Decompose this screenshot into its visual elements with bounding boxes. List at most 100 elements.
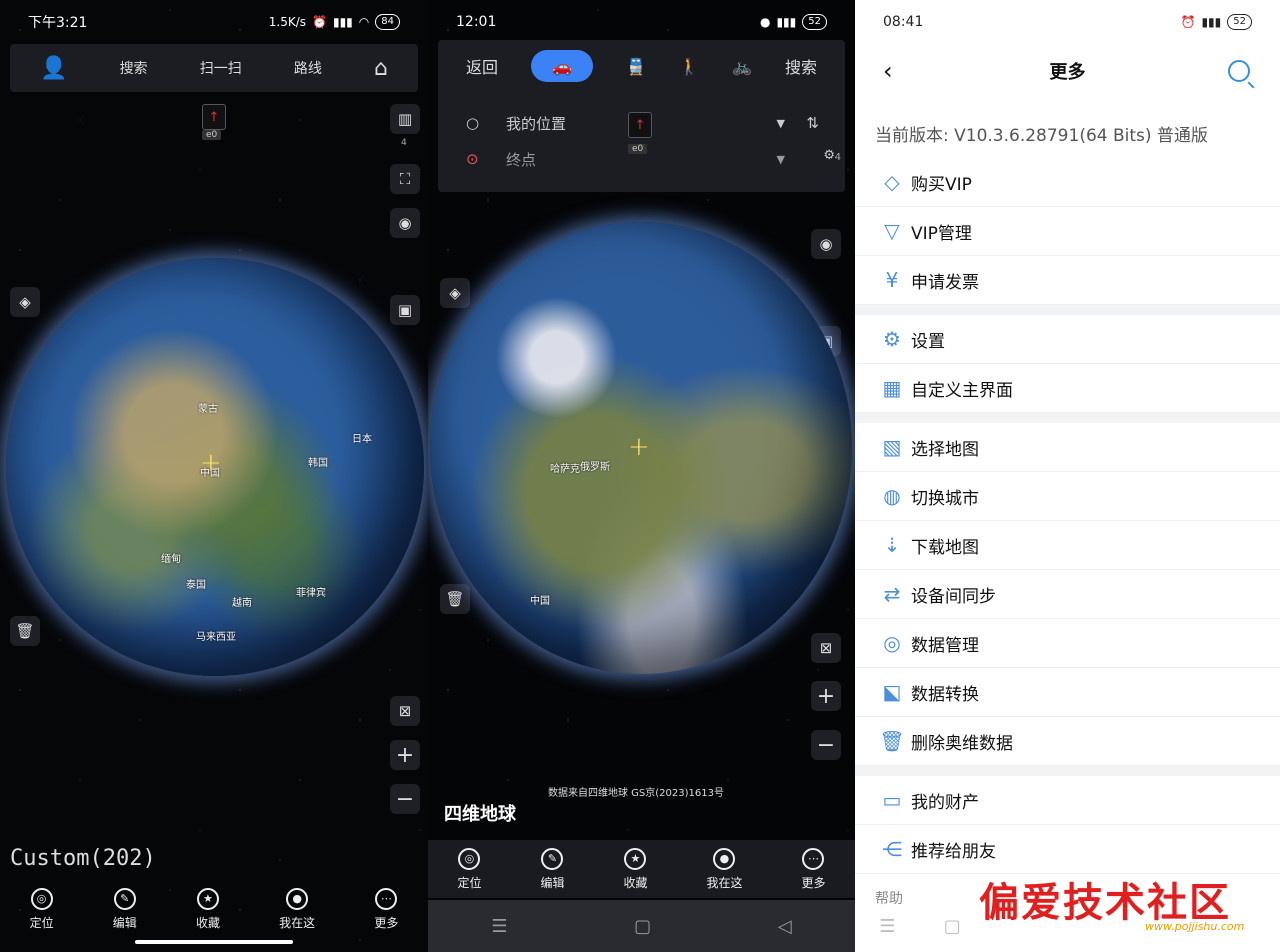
nav-more[interactable]: ⋯ 更多 <box>374 887 398 931</box>
home-icon[interactable]: ⌂ <box>374 56 388 81</box>
fullscreen-icon[interactable]: ⛶ <box>390 164 420 194</box>
bike-mode-icon[interactable]: 🚲 <box>732 57 752 76</box>
end-field[interactable]: ⊙ 终点 ▼ <box>466 142 785 176</box>
transit-mode-icon[interactable]: 🚆 <box>626 57 646 76</box>
walk-mode-icon[interactable]: 🚶 <box>679 57 699 76</box>
globe-label: 韩国 <box>308 458 328 469</box>
end-pin-icon: ⊙ <box>466 150 479 168</box>
swap-icon[interactable]: ⇅ <box>806 114 819 132</box>
menu-item-customize[interactable]: ▦ 自定义主界面 <box>855 364 1280 413</box>
start-field[interactable]: ○ 我的位置 ▼ <box>466 106 785 140</box>
gear-icon: ⚙ <box>883 327 901 351</box>
map-icon: ▧ <box>882 435 902 459</box>
trash-icon[interactable]: 🗑 <box>440 584 470 614</box>
compass-icon[interactable]: ↑ <box>628 112 652 138</box>
zoom-level-label: e0 <box>628 144 648 154</box>
camera-icon[interactable]: ◉ <box>390 208 420 238</box>
end-placeholder: 终点 <box>506 150 537 169</box>
divider <box>855 305 1280 315</box>
3d-view-icon[interactable]: ◈ <box>440 278 470 308</box>
more-icon: ⋯ <box>375 887 398 910</box>
layer-count: 4 <box>401 138 407 148</box>
menu-label: 选择地图 <box>911 439 979 460</box>
search-button[interactable]: 搜索 <box>785 54 817 78</box>
menu-icon[interactable]: ☰ <box>491 916 507 937</box>
menu-item-invoice[interactable]: ¥ 申请发票 <box>855 256 1280 305</box>
clear-map-icon[interactable]: ⊠ <box>390 696 420 726</box>
back-icon[interactable]: ‹ <box>883 57 893 85</box>
settings-icon[interactable]: ⚙ <box>823 148 835 163</box>
globe-label: 马来西亚 <box>196 632 236 643</box>
signal-icon: ▮▮▮ <box>776 15 797 29</box>
chevron-down-icon[interactable]: ▼ <box>777 153 785 166</box>
nav-label: 收藏 <box>195 915 220 930</box>
map-toolbar: 👤 搜索 扫一扫 路线 ⌂ <box>10 44 418 92</box>
globe-label: 俄罗斯 <box>580 462 610 473</box>
status-bar: 下午3:21 1.5K/s ⏰ ▮▮▮ ◠ 84 <box>0 0 428 44</box>
nav-edit[interactable]: ✎ 编辑 <box>113 887 137 931</box>
zoom-out-button[interactable]: − <box>390 784 420 814</box>
route-button[interactable]: 路线 <box>294 58 322 78</box>
menu-icon[interactable]: ☰ <box>879 916 895 937</box>
globe-label: 缅甸 <box>161 554 181 565</box>
menu-item-settings[interactable]: ⚙ 设置 <box>855 315 1280 364</box>
menu-item-share[interactable]: ⋲ 推荐给朋友 <box>855 825 1280 874</box>
home-square-icon[interactable]: ▢ <box>634 916 651 937</box>
menu-item-vip-manage[interactable]: ▽ VIP管理 <box>855 207 1280 256</box>
nav-favorite[interactable]: ★ 收藏 <box>623 847 648 891</box>
back-triangle-icon[interactable]: ◁ <box>778 916 792 937</box>
compass-icon[interactable]: ↑ <box>202 104 226 130</box>
menu-label: 数据管理 <box>911 635 979 656</box>
wifi-icon: ◠ <box>358 15 370 29</box>
menu-item-select-map[interactable]: ▧ 选择地图 <box>855 423 1280 472</box>
car-mode-icon[interactable]: 🚗 <box>531 50 594 82</box>
gesture-bar[interactable] <box>135 940 293 944</box>
menu-item-download-map[interactable]: ⇣ 下载地图 <box>855 521 1280 570</box>
menu-item-data-convert[interactable]: ⬕ 数据转换 <box>855 668 1280 717</box>
edit-icon: ✎ <box>113 887 136 910</box>
trash-icon[interactable]: 🗑 <box>10 616 40 646</box>
menu-item-delete-data[interactable]: 🗑 删除奥维数据 <box>855 717 1280 766</box>
home-square-icon[interactable]: ▢ <box>944 916 961 937</box>
nav-more[interactable]: ⋯ 更多 <box>801 847 826 891</box>
map-layers-icon[interactable]: ▥ <box>390 104 420 134</box>
chevron-down-icon[interactable]: ▼ <box>777 117 785 130</box>
user-icon[interactable]: 👤 <box>40 56 67 81</box>
zoom-in-button[interactable]: + <box>390 740 420 770</box>
menu-label: 我的财产 <box>911 792 979 813</box>
clear-map-icon[interactable]: ⊠ <box>811 633 841 663</box>
nav-favorite[interactable]: ★ 收藏 <box>195 887 220 931</box>
globe-label: 中国 <box>530 596 550 607</box>
menu-item-switch-city[interactable]: ◍ 切换城市 <box>855 472 1280 521</box>
nav-locate[interactable]: ◎ 定位 <box>30 887 54 931</box>
menu-item-data-manage[interactable]: ◎ 数据管理 <box>855 619 1280 668</box>
nav-label: 定位 <box>457 875 482 890</box>
search-button[interactable]: 搜索 <box>120 58 148 78</box>
menu-item-buy-vip[interactable]: ◇ 购买VIP <box>855 158 1280 207</box>
map-credit: 数据来自四维地球 GS京(2023)1613号 <box>548 788 724 799</box>
signal-icon: ▮▮▮ <box>332 15 353 29</box>
battery-level: 52 <box>1227 14 1252 30</box>
zoom-out-button[interactable]: − <box>811 730 841 760</box>
system-nav: ☰ ▢ ◁ <box>428 900 855 952</box>
alarm-icon: ⏰ <box>1180 15 1196 29</box>
menu-item-assets[interactable]: ▭ 我的财产 <box>855 776 1280 825</box>
nav-here[interactable]: ● 我在这 <box>706 847 743 891</box>
menu-item-device-sync[interactable]: ⇄ 设备间同步 <box>855 570 1280 619</box>
zoom-in-button[interactable]: + <box>811 681 841 711</box>
3d-view-icon[interactable]: ◈ <box>10 287 40 317</box>
scan-button[interactable]: 扫一扫 <box>200 58 242 78</box>
nav-locate[interactable]: ◎ 定位 <box>457 847 482 891</box>
search-icon[interactable] <box>1228 60 1250 82</box>
panel-more: 08:41 ⏰ ▮▮▮ 52 ‹ 更多 当前版本: V10.3.6.28791(… <box>855 0 1280 952</box>
page-title: 更多 <box>1049 62 1086 83</box>
menu-label: 下载地图 <box>911 537 979 558</box>
sync-icon: ⇄ <box>883 582 901 606</box>
menu-label: 删除奥维数据 <box>911 733 1013 754</box>
screenshot-icon[interactable]: ▣ <box>390 295 420 325</box>
nav-edit[interactable]: ✎ 编辑 <box>540 847 565 891</box>
back-button[interactable]: 返回 <box>466 54 498 78</box>
nav-here[interactable]: ● 我在这 <box>279 887 315 931</box>
camera-icon[interactable]: ◉ <box>811 229 841 259</box>
star-icon: ★ <box>624 847 647 870</box>
